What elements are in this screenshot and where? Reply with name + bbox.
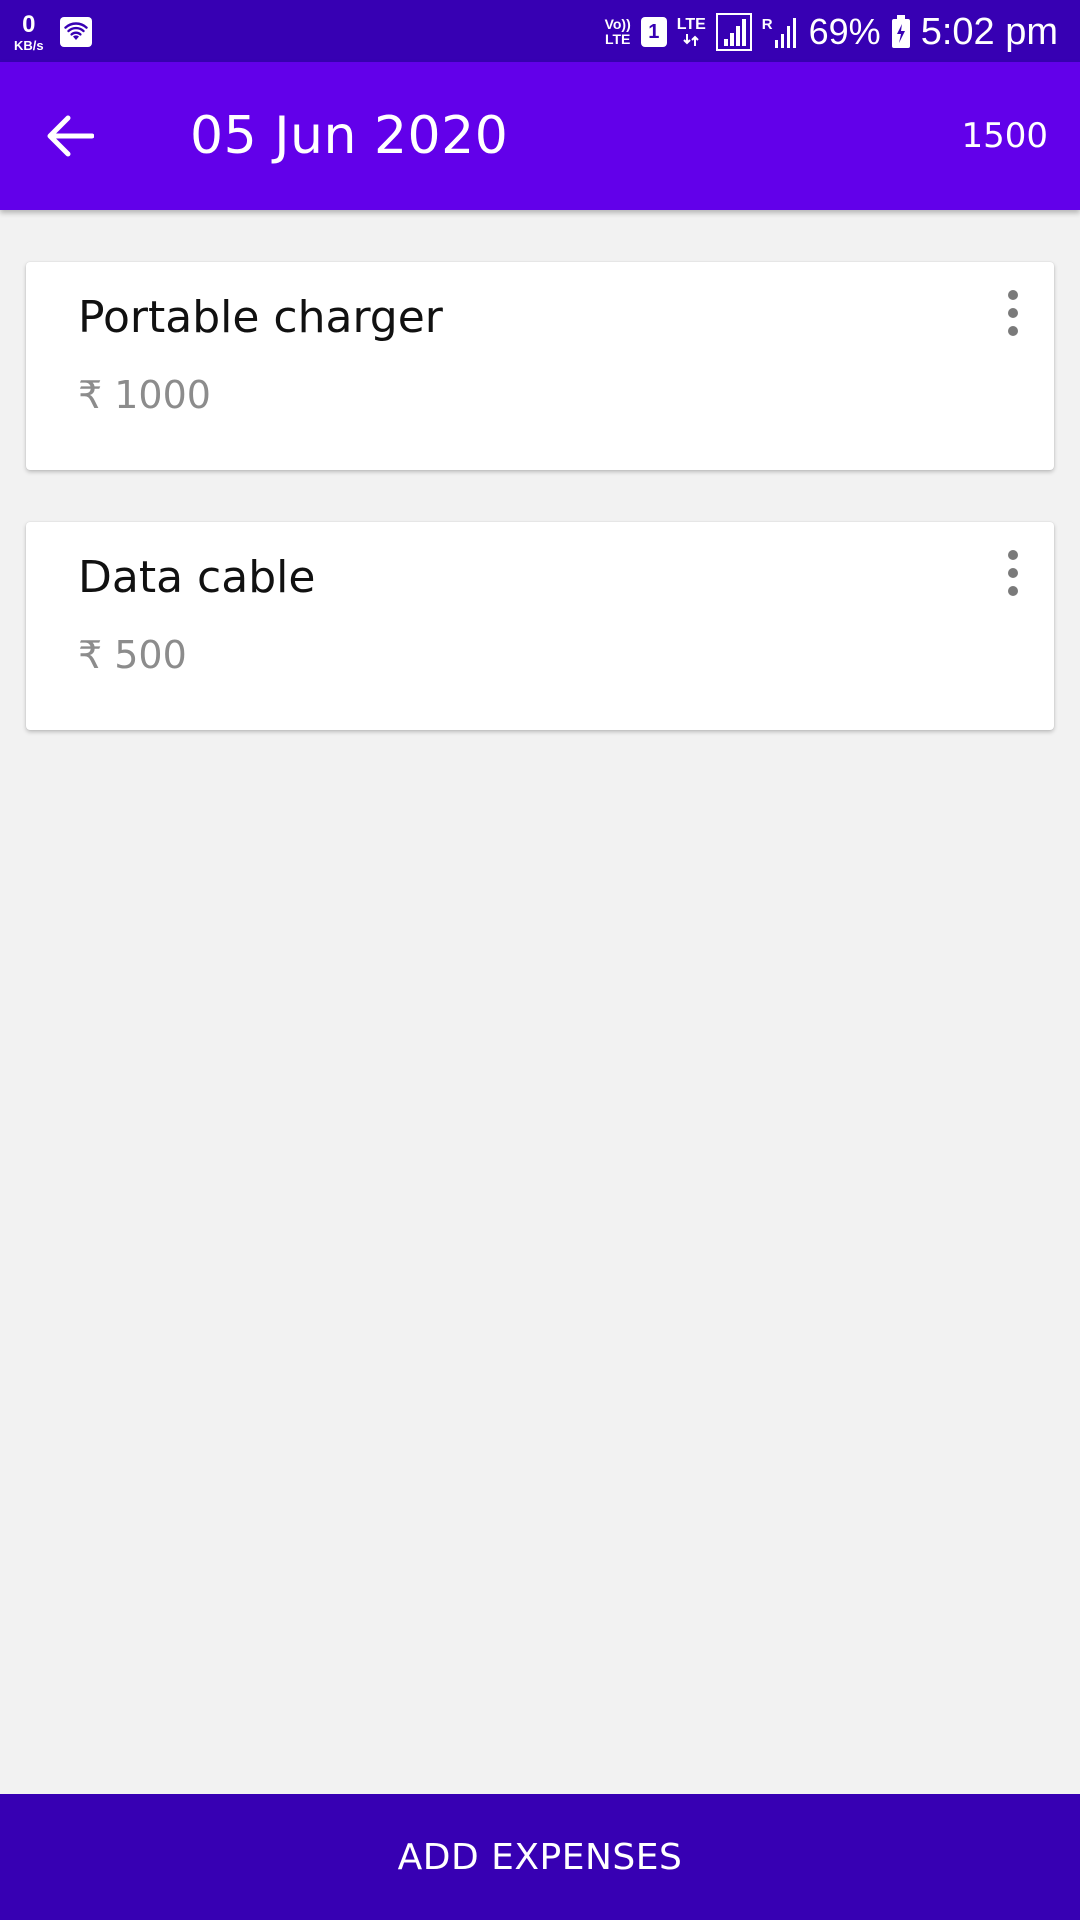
battery-icon — [891, 15, 910, 48]
expense-amount: ₹ 1000 — [78, 373, 211, 417]
more-vert-icon[interactable] — [998, 286, 1028, 340]
network-speed: 0 KB/s — [14, 10, 44, 53]
roaming-label: R — [761, 16, 773, 33]
total-amount: 1500 — [961, 116, 1048, 156]
volte-top-label: Vo)) — [604, 16, 631, 33]
more-vert-icon[interactable] — [998, 546, 1028, 600]
network-speed-unit: KB/s — [14, 37, 44, 53]
lte-label: LTE — [676, 16, 706, 33]
expense-amount: ₹ 500 — [78, 633, 187, 677]
expense-card[interactable]: Portable charger ₹ 1000 — [26, 262, 1054, 470]
page-title: 05 Jun 2020 — [190, 106, 509, 166]
expense-name: Data cable — [78, 552, 316, 603]
wifi-icon — [59, 17, 92, 47]
signal-icon — [715, 13, 752, 51]
data-arrows-icon — [683, 34, 699, 46]
volte-indicator: Vo)) LTE — [605, 17, 631, 46]
expense-card[interactable]: Data cable ₹ 500 — [26, 522, 1054, 730]
clock: 5:02 pm — [920, 10, 1058, 53]
battery-percent: 69% — [808, 11, 881, 52]
app-bar: 05 Jun 2020 1500 — [0, 62, 1080, 210]
lte-indicator: LTE — [677, 17, 706, 47]
back-arrow-icon — [47, 115, 94, 157]
volte-bottom-label: LTE — [604, 31, 631, 47]
status-bar: 0 KB/s Vo)) LTE 1 LTE R 69% 5:02 pm — [0, 0, 1080, 62]
expense-name: Portable charger — [78, 292, 443, 343]
status-bar-right: Vo)) LTE 1 LTE R 69% 5:02 pm — [605, 6, 1058, 58]
sim-slot-badge: 1 — [640, 17, 667, 47]
signal-roaming-icon — [774, 18, 796, 48]
back-button[interactable] — [40, 106, 100, 166]
network-speed-value: 0 — [22, 10, 36, 38]
status-bar-left: 0 KB/s — [14, 8, 92, 56]
roaming-signal: R — [762, 14, 799, 50]
add-expenses-button[interactable]: ADD EXPENSES — [0, 1794, 1080, 1920]
